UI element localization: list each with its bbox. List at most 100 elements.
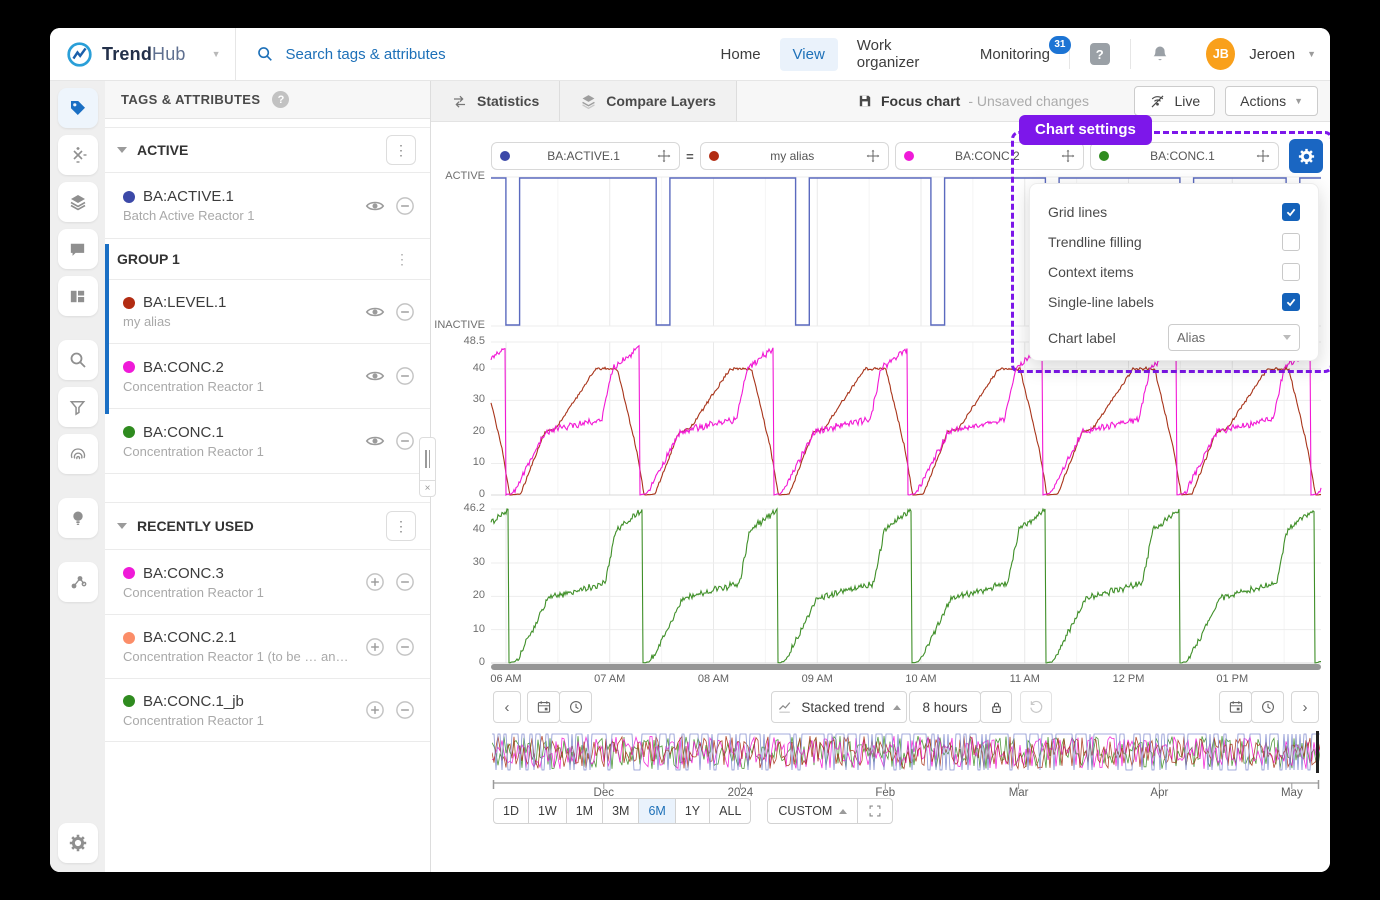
section-menu-button[interactable]: ⋮ [386,135,416,165]
axis-tick-label: INACTIVE [431,319,485,331]
user-avatar[interactable]: JB [1206,38,1235,70]
range-3m-button[interactable]: 3M [602,798,639,824]
rail-settings-button[interactable] [58,823,98,863]
notifications-button[interactable] [1150,44,1170,64]
tag-row-ba-conc-2[interactable]: BA:CONC.2 Concentration Reactor 1 [105,344,430,409]
custom-range-button[interactable]: CUSTOM [767,798,858,824]
eye-icon[interactable] [364,365,386,387]
remove-circle-icon[interactable] [394,571,416,593]
pill-ba-active-1[interactable]: BA:ACTIVE.1 [491,142,680,170]
search-input[interactable] [284,45,708,64]
tag-row-ba-level-1[interactable]: BA:LEVEL.1 my alias [105,280,430,344]
tag-row-ba-active-1[interactable]: BA:ACTIVE.1 Batch Active Reactor 1 [105,173,430,239]
move-icon[interactable] [657,149,671,163]
chart-label-select[interactable]: Alias [1168,324,1300,351]
rail-layers-button[interactable] [58,182,98,222]
section-header-recently-used[interactable]: RECENTLY USED ⋮ [105,503,430,550]
range-1d-button[interactable]: 1D [493,798,529,824]
help-icon[interactable]: ? [1090,43,1110,65]
duration-button[interactable]: 8 hours [909,691,981,723]
start-date-picker-button[interactable] [527,691,560,723]
panel-resize-handle[interactable] [419,437,436,481]
section-header-group1[interactable]: GROUP 1 ⋮ [105,239,430,280]
section-header-active[interactable]: ACTIVE ⋮ [105,127,430,173]
lock-duration-button[interactable] [980,691,1012,723]
add-circle-icon[interactable] [364,636,386,658]
section-menu-button[interactable]: ⋮ [386,511,416,541]
tag-row-ba-conc-2-1[interactable]: BA:CONC.2.1 Concentration Reactor 1 (to … [105,615,430,679]
setting-label: Trendline filling [1048,234,1142,250]
remove-circle-icon[interactable] [394,430,416,452]
clock-icon [568,699,584,715]
setting-label: Single-line labels [1048,294,1154,310]
move-icon[interactable] [1061,149,1075,163]
context-items-checkbox[interactable] [1282,263,1300,281]
rail-tags-button[interactable] [58,88,98,128]
nav-item-work-organizer[interactable]: Work organizer [844,29,961,79]
pill-ba-conc-1[interactable]: BA:CONC.1 [1090,142,1279,170]
logo-caret-icon[interactable]: ▼ [212,49,221,59]
eye-icon[interactable] [364,301,386,323]
rail-fingerprint-button[interactable] [58,434,98,474]
range-1y-button[interactable]: 1Y [675,798,710,824]
app-logo[interactable]: TrendHub ▼ [50,28,235,80]
overview-strip[interactable] [492,731,1320,773]
search-icon [256,45,274,63]
end-date-picker-button[interactable] [1219,691,1252,723]
remove-circle-icon[interactable] [394,195,416,217]
nav-item-view[interactable]: View [780,38,838,71]
tag-row-ba-conc-1[interactable]: BA:CONC.1 Concentration Reactor 1 [105,409,430,474]
grid-lines-checkbox[interactable] [1282,203,1300,221]
tag-name: BA:CONC.2.1 [143,629,236,646]
panel-collapse-button[interactable]: × [419,480,436,497]
move-icon[interactable] [1256,149,1270,163]
rail-recommendations-button[interactable] [58,498,98,538]
user-menu-caret-icon[interactable]: ▼ [1307,49,1316,59]
add-circle-icon[interactable] [364,699,386,721]
tag-row-ba-conc-1-jb[interactable]: BA:CONC.1_jb Concentration Reactor 1 [105,679,430,742]
help-circle-icon[interactable]: ? [272,91,289,108]
range-1m-button[interactable]: 1M [566,798,603,824]
eye-icon[interactable] [364,195,386,217]
rail-calculations-button[interactable] [58,135,98,175]
pill-ba-conc-2[interactable]: BA:CONC.2 [895,142,1084,170]
remove-circle-icon[interactable] [394,301,416,323]
fit-range-button[interactable] [857,798,893,824]
remove-circle-icon[interactable] [394,636,416,658]
rail-search-button[interactable] [58,340,98,380]
pill-label: BA:CONC.1 [1109,149,1256,163]
pan-left-button[interactable]: ‹ [493,691,521,723]
chevron-down-icon [117,523,127,529]
move-icon[interactable] [866,149,880,163]
chart-settings-button[interactable] [1289,139,1323,173]
start-time-picker-button[interactable] [559,691,592,723]
nav-item-home[interactable]: Home [708,38,774,71]
end-time-picker-button[interactable] [1251,691,1284,723]
trendline-filling-checkbox[interactable] [1282,233,1300,251]
tag-row-ba-conc-3[interactable]: BA:CONC.3 Concentration Reactor 1 [105,550,430,615]
group-menu-button[interactable]: ⋮ [388,251,416,268]
range-all-button[interactable]: ALL [709,798,751,824]
pan-right-button[interactable]: › [1291,691,1319,723]
remove-circle-icon[interactable] [394,365,416,387]
rail-filter-button[interactable] [58,387,98,427]
trend-chart-canvas[interactable] [431,81,1330,681]
axis-tick-label: 11 AM [997,673,1053,685]
history-back-button[interactable] [1020,691,1052,723]
range-6m-button[interactable]: 6M [638,798,675,824]
rail-context-graph-button[interactable] [58,562,98,602]
rail-comments-button[interactable] [58,229,98,269]
single-line-labels-checkbox[interactable] [1282,293,1300,311]
eye-icon[interactable] [364,430,386,452]
remove-circle-icon[interactable] [394,699,416,721]
rail-dashboard-button[interactable] [58,276,98,316]
view-mode-dropdown[interactable]: Stacked trend [771,691,907,723]
pill-my-alias[interactable]: my alias [700,142,889,170]
nav-item-monitoring[interactable]: Monitoring 31 [967,38,1063,71]
chart-settings-tooltip: Chart settings [1019,115,1152,145]
add-circle-icon[interactable] [364,571,386,593]
time-axis-scrollbar[interactable] [491,664,1321,670]
tag-description: Concentration Reactor 1 [123,713,264,728]
clock-icon [1260,699,1276,715]
range-1w-button[interactable]: 1W [528,798,567,824]
